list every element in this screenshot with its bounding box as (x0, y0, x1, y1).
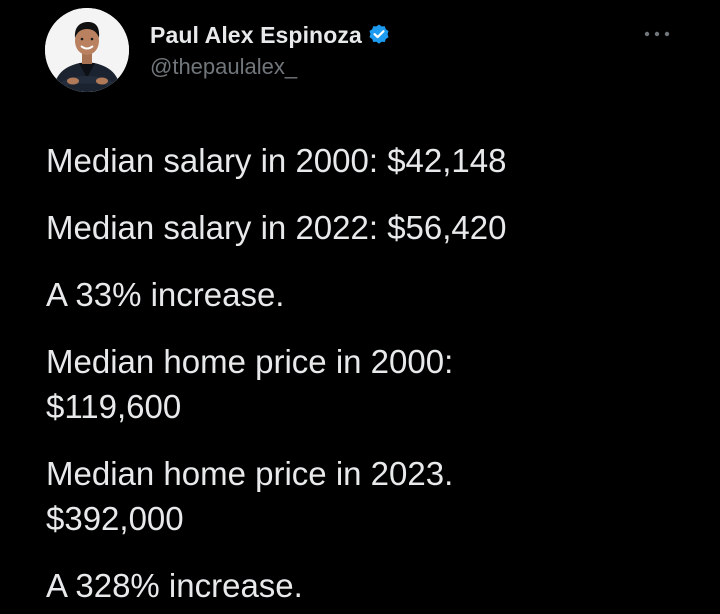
tweet-card: Paul Alex Espinoza @thepaulalex_ Median … (0, 0, 720, 614)
tweet-line: $119,600 (46, 388, 182, 425)
tweet-line: Median home price in 2000: (46, 343, 454, 380)
more-options-icon[interactable] (640, 24, 674, 44)
author-avatar[interactable] (45, 8, 129, 92)
tweet-line: $392,000 (46, 500, 184, 537)
author-display-name[interactable]: Paul Alex Espinoza (150, 22, 362, 49)
tweet-line: Median home price in 2023. (46, 455, 454, 492)
tweet-text: Median salary in 2000: $42,148 Median sa… (46, 138, 686, 608)
profile-photo (45, 8, 129, 92)
verified-badge-icon[interactable] (367, 23, 391, 47)
author-handle[interactable]: @thepaulalex_ (150, 54, 297, 80)
tweet-line: A 328% increase. (46, 567, 303, 604)
tweet-line: A 33% increase. (46, 276, 285, 313)
author-name-row: Paul Alex Espinoza (150, 20, 391, 50)
tweet-line: Median salary in 2022: $56,420 (46, 209, 507, 246)
tweet-line: Median salary in 2000: $42,148 (46, 142, 507, 179)
